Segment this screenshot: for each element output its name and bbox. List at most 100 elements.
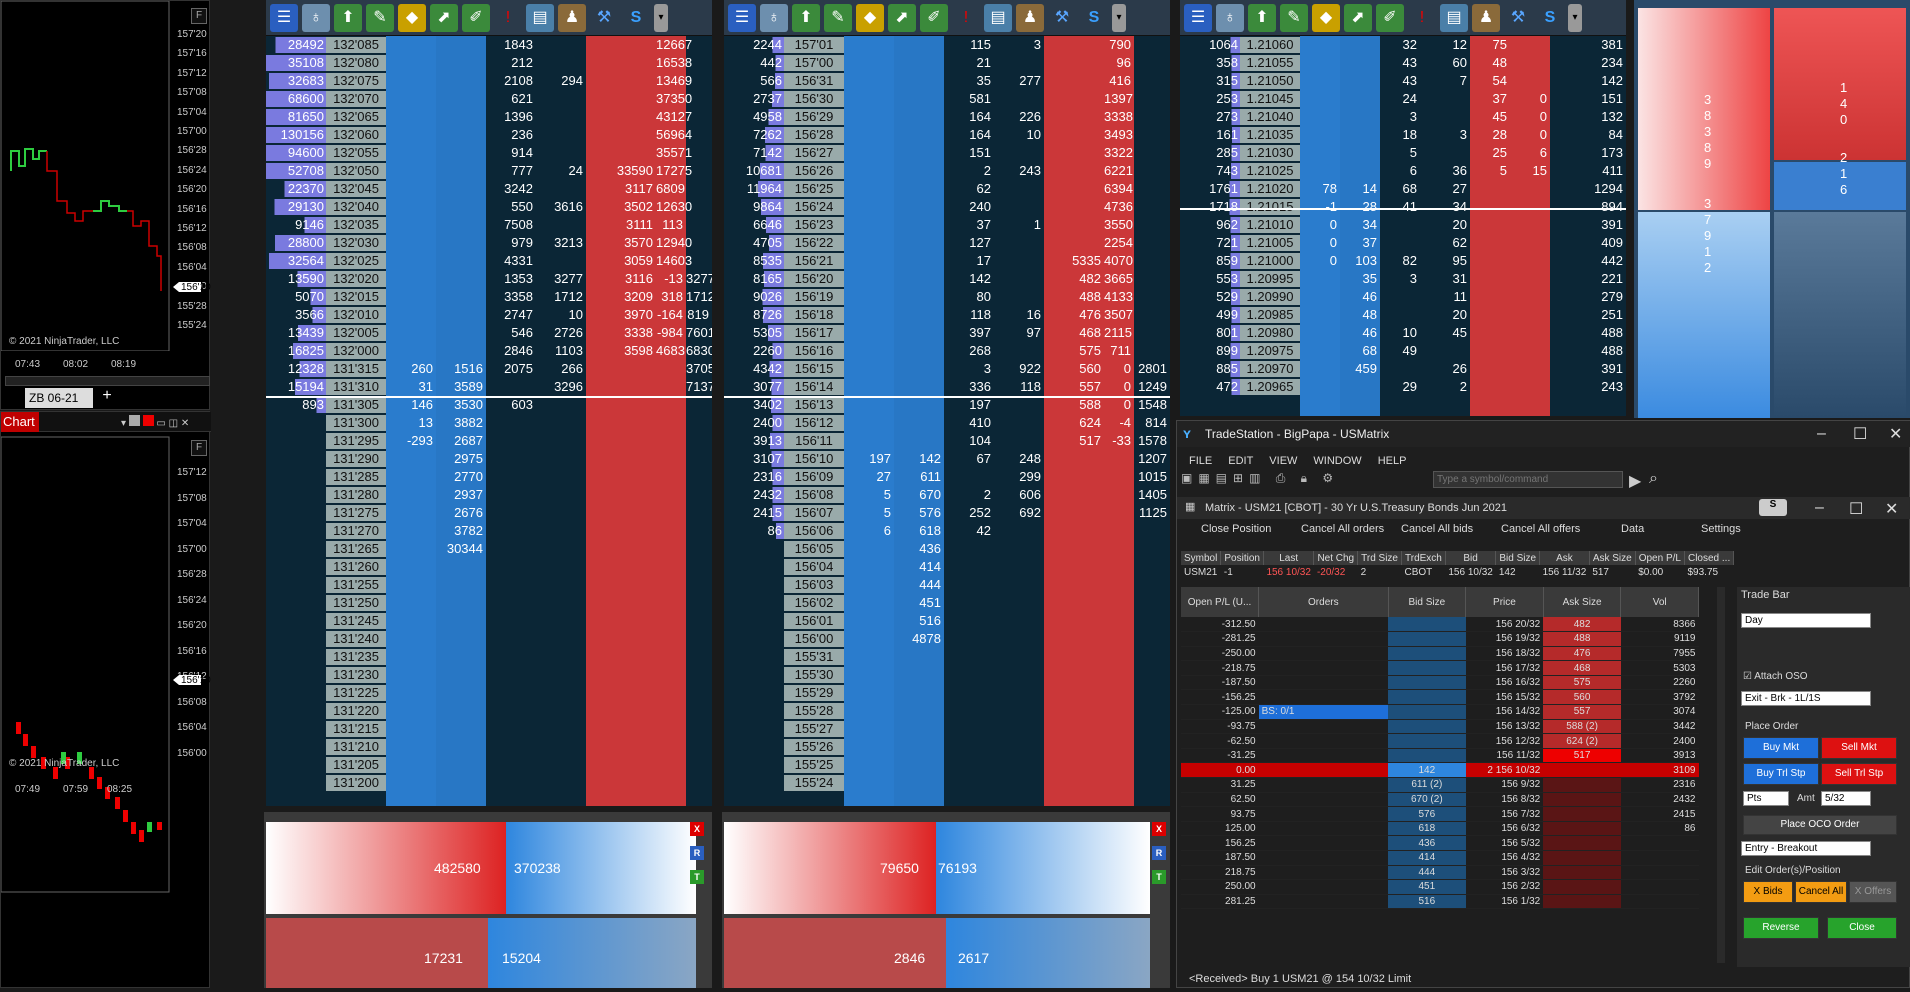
grid-row[interactable]: 281.25 516 156 1/32 (1181, 894, 1699, 910)
ladder-row[interactable]: 156'25 11964 62 6394 (724, 180, 1170, 198)
ladder-row[interactable]: 156'09 2316 27 611 299 1015 (724, 468, 1170, 486)
grid-cell[interactable]: 588 (2) (1543, 719, 1621, 735)
grid-row[interactable]: 250.00 451 156 2/32 (1181, 879, 1699, 895)
ladder-row[interactable]: 1.21035 161 18 3 28 0 84 (1180, 126, 1626, 144)
gray-square-icon[interactable] (128, 415, 140, 426)
search-icon[interactable]: ⌕ (1649, 470, 1658, 488)
ladder-row[interactable]: 131'245 (266, 612, 712, 630)
grid-row[interactable]: -62.50 156 12/32 624 (2) 2400 (1181, 733, 1699, 749)
ladder-row[interactable]: 156'19 9026 80 488 4133 (724, 288, 1170, 306)
ladder-row[interactable]: 156'28 7262 164 10 3493 (724, 126, 1170, 144)
grid-cell[interactable]: 557 (1543, 704, 1621, 720)
grid-cell[interactable] (1543, 879, 1621, 895)
grid-row[interactable]: 31.25 611 (2) 156 9/32 2316 (1181, 777, 1699, 793)
reset-r-button[interactable]: R (1152, 846, 1166, 860)
grid-row[interactable]: 93.75 576 156 7/32 2415 (1181, 806, 1699, 822)
toggle-t-button[interactable]: T (690, 870, 704, 884)
ladder-row[interactable]: 1.20970 885 459 26 391 (1180, 360, 1626, 378)
grid-cell[interactable] (1258, 821, 1388, 837)
ladder-row[interactable]: 131'200 (266, 774, 712, 792)
close-x-button[interactable]: X (1152, 822, 1166, 836)
grid-cell[interactable] (1258, 719, 1388, 735)
grid-row[interactable]: 62.50 670 (2) 156 8/32 2432 (1181, 792, 1699, 808)
grid-cell[interactable]: 482 (1543, 617, 1621, 633)
grid-cell[interactable] (1258, 762, 1388, 779)
tag-icon[interactable]: ◆ (1312, 3, 1340, 32)
grid-row[interactable]: -281.25 156 19/32 488 9119 (1181, 631, 1699, 647)
grid-row[interactable]: 187.50 414 156 4/32 (1181, 850, 1699, 866)
grid-cell[interactable] (1543, 850, 1621, 866)
ladder-row[interactable]: 156'24 9864 240 4736 (724, 198, 1170, 216)
grid-cell[interactable]: 488 (1543, 631, 1621, 647)
menu-item-file[interactable]: FILE (1189, 455, 1212, 467)
ladder-row[interactable]: 155'27 (724, 720, 1170, 738)
menu-item-edit[interactable]: EDIT (1228, 455, 1253, 467)
price-ladder-2[interactable]: 157'01 2244 115 3 790 157'00 442 21 96 156'31 566 3… (724, 36, 1170, 806)
grid-cell[interactable] (1543, 894, 1621, 910)
tag-icon[interactable]: ◆ (398, 3, 426, 32)
alert-icon[interactable]: ! (952, 4, 980, 32)
ladder-row[interactable]: 1.21045 253 24 37 0 151 (1180, 90, 1626, 108)
ladder-row[interactable]: 1.20985 499 48 20 251 (1180, 306, 1626, 324)
grid-cell[interactable] (1258, 792, 1388, 808)
symbol-command-input[interactable] (1433, 471, 1623, 488)
ladder-row[interactable]: 156'27 7142 151 3322 (724, 144, 1170, 162)
grid-cell[interactable] (1258, 689, 1388, 706)
edit-icon[interactable]: ✐ (920, 3, 948, 32)
toolbar-button[interactable]: Data (1621, 523, 1644, 535)
instrument-tab[interactable]: ZB 06-21 (25, 388, 93, 408)
ladder-row[interactable]: 156'18 8726 118 16 476 3507 (724, 306, 1170, 324)
ladder-row[interactable]: 157'01 2244 115 3 790 (724, 36, 1170, 54)
ladder-row[interactable]: 132'025 32564 4331 3059 14603 (266, 252, 712, 270)
place-oco-button[interactable]: Place OCO Order (1743, 815, 1897, 835)
wrench-icon[interactable]: ⚒ (590, 4, 618, 32)
sell-market-button[interactable]: Sell Mkt (1821, 737, 1897, 759)
grid-cell[interactable] (1258, 631, 1388, 647)
price-ladder-1[interactable]: 132'085 28492 1843 12667 132'080 35108 212 1653… (266, 36, 712, 806)
ladder-row[interactable]: 155'30 (724, 666, 1170, 684)
ladder-row[interactable]: 131'230 (266, 666, 712, 684)
ladder-row[interactable]: 156'29 4958 164 226 3338 (724, 108, 1170, 126)
close-icon[interactable]: ✕ (1885, 499, 1898, 519)
ladder-row[interactable]: 156'16 2260 268 575 711 (724, 342, 1170, 360)
arrow-icon[interactable]: ⬈ (1344, 3, 1372, 32)
tradestation-window[interactable]: ʏ TradeStation - BigPapa - USMatrix – ☐ … (1176, 420, 1910, 988)
grid-cell[interactable] (1388, 646, 1466, 662)
ladder-row[interactable]: 131'300 13 3882 (266, 414, 712, 432)
ladder-row[interactable]: 155'26 (724, 738, 1170, 756)
grid-cell[interactable] (1388, 675, 1466, 691)
grid-cell[interactable]: 670 (2) (1388, 792, 1466, 808)
tag-icon[interactable]: ◆ (856, 3, 884, 32)
document-icon[interactable]: ✎ (1280, 3, 1308, 32)
toolbar-button[interactable]: Settings (1701, 523, 1741, 535)
grid-cell[interactable] (1388, 719, 1466, 735)
go-arrow-icon[interactable]: ▶ (1629, 471, 1641, 491)
wrench-icon[interactable]: ⚒ (1048, 4, 1076, 32)
arrow-up-icon[interactable]: ⬆ (334, 3, 362, 32)
ladder-row[interactable]: 131'215 (266, 720, 712, 738)
dropdown-icon[interactable]: ▾ (1568, 3, 1582, 32)
grid-row[interactable]: -250.00 156 18/32 476 7955 (1181, 646, 1699, 662)
grid-cell[interactable] (1543, 865, 1621, 881)
ladder-row[interactable]: 132'050 52708 777 24 33590 17275 (266, 162, 712, 180)
ladder-row[interactable]: 1.21030 285 5 25 6 173 (1180, 144, 1626, 162)
grid-row[interactable]: -31.25 156 11/32 517 3913 (1181, 748, 1699, 764)
chart-panel-top[interactable]: F 157'20 157'16 157'12 157'08 157'04 157'00 15… (0, 0, 211, 410)
chart-icon[interactable]: ▤ (984, 3, 1012, 32)
ladder-row[interactable]: 132'055 94600 914 35571 (266, 144, 712, 162)
minimize-icon[interactable]: ▭ (156, 418, 165, 429)
ladder-row[interactable]: 156'10 3107 197 142 67 248 1207 (724, 450, 1170, 468)
grid-cell[interactable]: 611 (2) (1388, 777, 1466, 793)
chart-icon[interactable]: ▤ (526, 3, 554, 32)
close-x-button[interactable]: X (690, 822, 704, 836)
ladder-row[interactable]: 131'265 30344 (266, 540, 712, 558)
ladder-row[interactable]: 156'23 6646 37 1 3550 (724, 216, 1170, 234)
cancel-all-button[interactable]: Cancel All (1795, 881, 1847, 903)
ladder-row[interactable]: 131'220 (266, 702, 712, 720)
grid-cell[interactable] (1258, 894, 1388, 910)
tooth-icon[interactable]: ♁ (760, 3, 788, 32)
ladder-row[interactable]: 156'05 436 (724, 540, 1170, 558)
minimize-icon[interactable]: – (1817, 425, 1826, 443)
grid-scrollbar[interactable] (1717, 587, 1725, 963)
s-logo-icon[interactable]: S (622, 4, 650, 32)
